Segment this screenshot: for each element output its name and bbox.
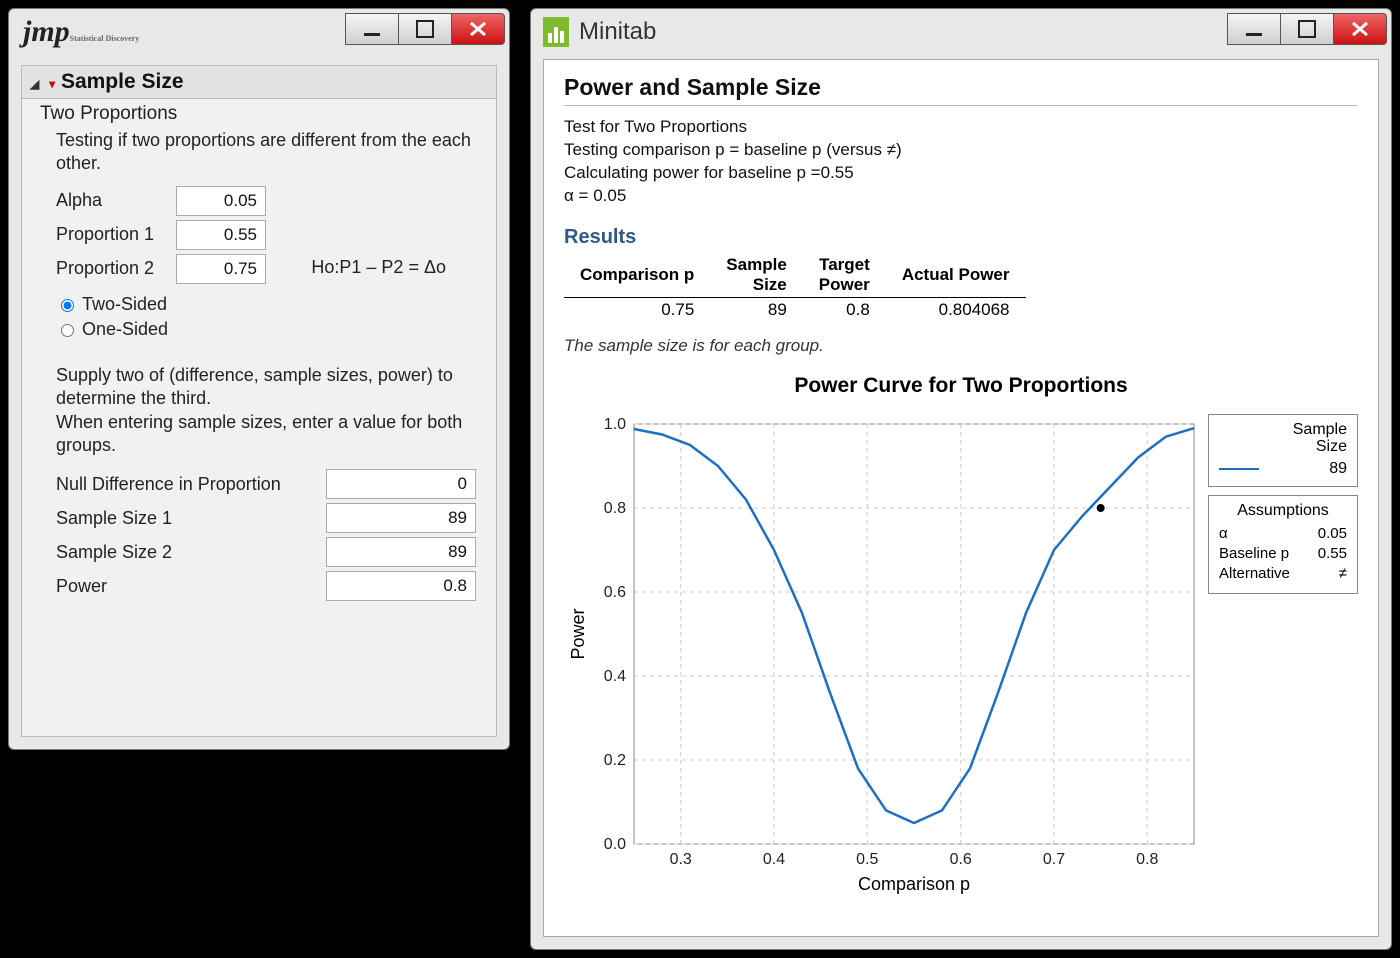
col-comparison-p: Comparison p <box>564 253 710 298</box>
y-axis-label: Power <box>568 608 588 659</box>
chart-title: Power Curve for Two Proportions <box>564 374 1358 398</box>
results-table: Comparison p Sample Size Target Power Ac… <box>564 253 1026 322</box>
maximize-button[interactable] <box>1280 13 1333 45</box>
one-sided-label: One-Sided <box>82 319 168 340</box>
col-sample-size: Sample Size <box>710 253 802 298</box>
xtick-0.8: 0.8 <box>1136 851 1158 868</box>
alpha-label: Alpha <box>56 190 176 211</box>
minitab-titlebar: Minitab <box>531 9 1391 55</box>
xtick-0.3: 0.3 <box>670 851 692 868</box>
table-row: 0.75 89 0.8 0.804068 <box>564 297 1026 322</box>
two-sided-label: Two-Sided <box>82 294 167 315</box>
results-heading: Results <box>564 226 1358 249</box>
assume-alpha-v: 0.05 <box>1318 524 1347 544</box>
ytick-0.6: 0.6 <box>604 584 626 601</box>
jmp-window: jmpStatistical Discovery ◢ ▾ Sample Size… <box>8 8 510 750</box>
sample-size-2-label: Sample Size 2 <box>56 542 326 563</box>
chart-legend: Sample Size 89 Assumptions α 0.05 Baselin… <box>1208 414 1358 602</box>
sample-size-2-input[interactable] <box>326 537 476 567</box>
jmp-logo: jmpStatistical Discovery <box>23 15 139 49</box>
maximize-button[interactable] <box>398 13 451 45</box>
xtick-0.4: 0.4 <box>763 851 785 868</box>
proportion1-input[interactable] <box>176 220 266 250</box>
proportion2-input[interactable] <box>176 254 266 284</box>
minitab-document: Power and Sample Size Test for Two Propo… <box>543 59 1379 937</box>
minitab-window: Minitab Power and Sample Size Test for T… <box>530 8 1392 950</box>
power-label: Power <box>56 576 326 597</box>
null-diff-label: Null Difference in Proportion <box>56 474 326 495</box>
col-target-power: Target Power <box>803 253 886 298</box>
minimize-button[interactable] <box>1227 13 1280 45</box>
legend-sample-size-value: 89 <box>1259 460 1347 478</box>
cell-actual-power: 0.804068 <box>886 297 1026 322</box>
power-curve-chart: 0.0 0.2 0.4 0.6 0.8 1.0 0.3 0.4 0.5 0.6 … <box>564 404 1358 894</box>
assume-alt-v: ≠ <box>1339 564 1347 584</box>
app-name: Minitab <box>579 18 656 46</box>
ytick-0.8: 0.8 <box>604 500 626 517</box>
power-curve-line <box>634 428 1194 823</box>
legend-line-icon <box>1219 468 1259 470</box>
close-button[interactable] <box>451 13 505 45</box>
one-sided-radio[interactable] <box>61 324 74 337</box>
cell-sample-size: 89 <box>710 297 802 322</box>
legend-sample-size-label: Sample Size <box>1219 421 1347 456</box>
xtick-0.7: 0.7 <box>1043 851 1065 868</box>
minimize-button[interactable] <box>345 13 398 45</box>
meta-line-3: Calculating power for baseline p =0.55 <box>564 162 1358 185</box>
page-title: Power and Sample Size <box>564 74 1358 101</box>
assume-base-k: Baseline p <box>1219 544 1289 564</box>
disclosure-triangle-icon[interactable]: ◢ <box>30 77 39 91</box>
ytick-0.4: 0.4 <box>604 668 626 685</box>
cell-target-power: 0.8 <box>803 297 886 322</box>
target-power-marker <box>1097 504 1105 512</box>
title-divider <box>564 105 1358 106</box>
proportion2-label: Proportion 2 <box>56 258 176 279</box>
proportion1-label: Proportion 1 <box>56 224 176 245</box>
assume-base-v: 0.55 <box>1318 544 1347 564</box>
legend-assumptions-box: Assumptions α 0.05 Baseline p 0.55 Alterna… <box>1208 495 1358 594</box>
jmp-panel: ◢ ▾ Sample Size Two Proportions Testing … <box>21 65 497 737</box>
sample-size-1-label: Sample Size 1 <box>56 508 326 529</box>
null-hypothesis-text: Ho:P1 – P2 = Δo <box>311 257 446 278</box>
assume-alt-k: Alternative <box>1219 564 1290 584</box>
assumptions-title: Assumptions <box>1219 502 1347 520</box>
close-button[interactable] <box>1333 13 1387 45</box>
minitab-icon <box>543 17 569 47</box>
xtick-0.5: 0.5 <box>856 851 878 868</box>
ytick-0.2: 0.2 <box>604 752 626 769</box>
xtick-0.6: 0.6 <box>950 851 972 868</box>
section-header[interactable]: ◢ ▾ Sample Size <box>22 66 496 99</box>
description-text: Testing if two proportions are different… <box>56 129 476 176</box>
hotspot-icon[interactable]: ▾ <box>49 77 55 91</box>
footnote: The sample size is for each group. <box>564 336 1358 356</box>
meta-line-2: Testing comparison p = baseline p (versu… <box>564 139 1358 162</box>
section-title: Sample Size <box>61 70 184 93</box>
ytick-1.0: 1.0 <box>604 416 626 433</box>
col-actual-power: Actual Power <box>886 253 1026 298</box>
sample-size-1-input[interactable] <box>326 503 476 533</box>
instructions-text: Supply two of (difference, sample sizes,… <box>56 364 476 458</box>
meta-line-1: Test for Two Proportions <box>564 116 1358 139</box>
null-diff-input[interactable] <box>326 469 476 499</box>
jmp-titlebar: jmpStatistical Discovery <box>9 9 509 49</box>
x-axis-label: Comparison p <box>858 874 970 894</box>
two-sided-radio[interactable] <box>61 299 74 312</box>
fieldset-title: Two Proportions <box>40 103 496 125</box>
alpha-input[interactable] <box>176 186 266 216</box>
assume-alpha-k: α <box>1219 524 1228 544</box>
cell-comparison-p: 0.75 <box>564 297 710 322</box>
legend-sample-size-box: Sample Size 89 <box>1208 414 1358 487</box>
meta-line-4: α = 0.05 <box>564 185 1358 208</box>
ytick-0.0: 0.0 <box>604 836 626 853</box>
power-input[interactable] <box>326 571 476 601</box>
